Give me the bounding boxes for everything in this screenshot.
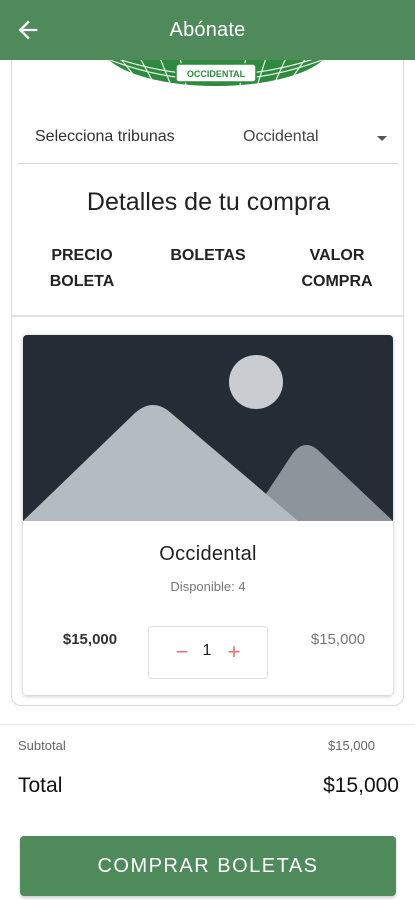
back-arrow-icon[interactable] (14, 16, 42, 44)
ticket-name: Occidental (159, 543, 257, 565)
tribuna-selector-row: Selecciona tribunas Occidental (18, 120, 398, 164)
details-title: Detalles de tu compra (86, 188, 331, 216)
header-value-line1: VALOR (309, 247, 365, 264)
chevron-down-icon (377, 136, 387, 141)
divider (0, 724, 415, 725)
header-value: VALOR COMPRA (287, 243, 387, 295)
app-bar: Abónate (0, 0, 415, 60)
subtotal-label: Subtotal (18, 738, 66, 753)
buy-tickets-button[interactable]: COMPRAR BOLETAS (20, 836, 396, 896)
tribuna-dropdown[interactable]: Occidental (243, 124, 393, 154)
quantity-value: 1 (202, 642, 212, 659)
quantity-stepper: − 1 + (148, 626, 268, 679)
header-quantity: BOLETAS (170, 247, 246, 264)
decrement-button[interactable]: − (169, 638, 195, 666)
tribuna-selected-value: Occidental (243, 128, 319, 145)
subtotal-value: $15,000 (328, 738, 375, 753)
ticket-card: Occidental Disponible: 4 $15,000 − 1 + $… (23, 335, 393, 695)
availability-text: Disponible: 4 (170, 579, 246, 594)
stadium-map[interactable]: OCCIDENTAL (100, 60, 332, 88)
ticket-total: $15,000 (310, 631, 366, 648)
ticket-price: $15,000 (62, 631, 118, 648)
image-placeholder-icon (23, 335, 393, 521)
purchase-panel: OCCIDENTAL Selecciona tribunas Occidenta… (11, 60, 404, 706)
header-price: PRECIO BOLETA (49, 247, 115, 290)
increment-button[interactable]: + (221, 638, 247, 666)
total-label: Total (18, 774, 63, 797)
header-value-line2: COMPRA (301, 273, 373, 290)
table-header: PRECIO BOLETA BOLETAS VALOR COMPRA (12, 243, 403, 317)
total-value: $15,000 (323, 774, 399, 797)
tribuna-label: Selecciona tribunas (35, 128, 175, 145)
stadium-section-label: OCCIDENTAL (187, 69, 246, 79)
page-title: Abónate (169, 18, 246, 41)
